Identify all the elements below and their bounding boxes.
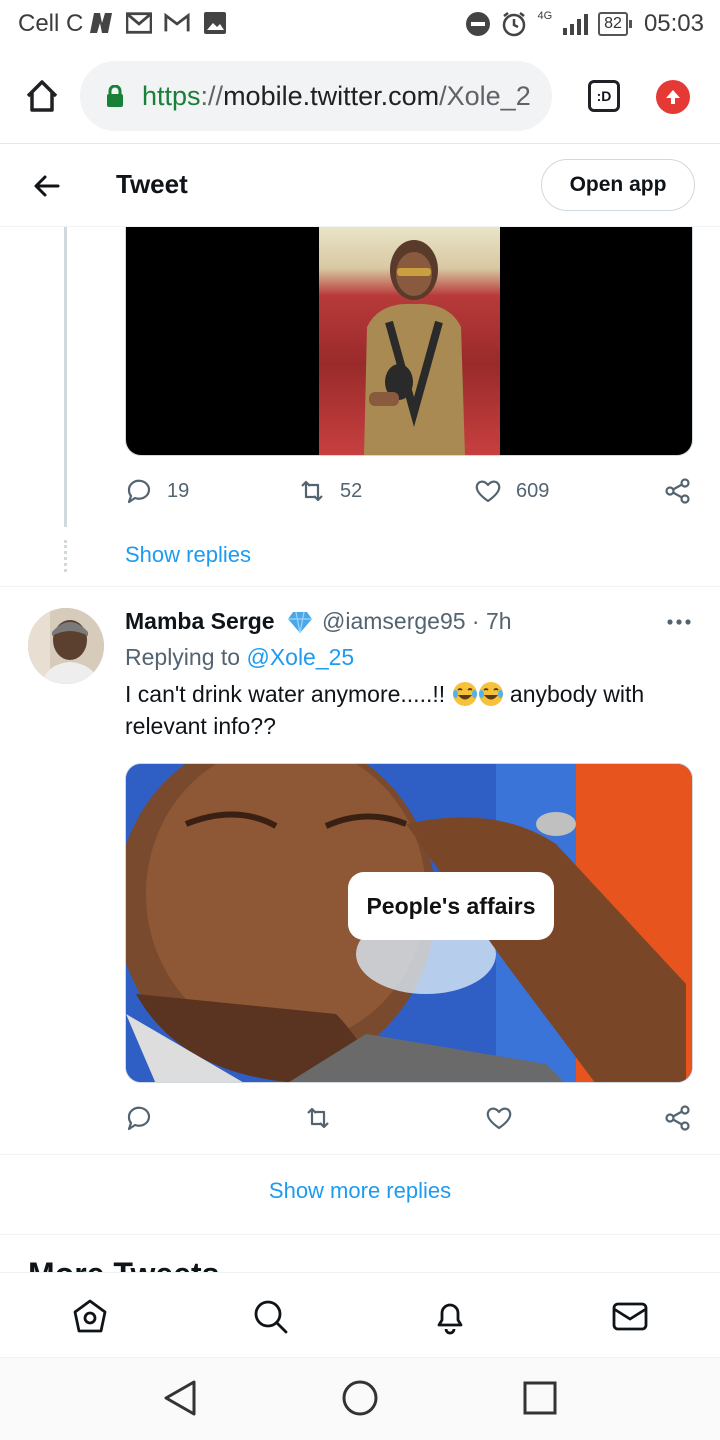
divider [0,1154,720,1155]
bottom-navigation [0,1272,720,1358]
avatar-image [28,608,104,684]
share-action[interactable] [664,477,692,505]
heart-icon [475,480,501,503]
dnd-icon [466,12,491,36]
gallery-icon [202,10,228,36]
open-app-button[interactable]: Open app [541,159,695,211]
share-icon [665,1105,690,1131]
network-type: 4G [537,10,553,22]
arrow-up-icon [666,90,680,104]
url-separator: :// [200,81,224,111]
replying-to-link[interactable]: @Xole_25 [246,644,354,670]
address-bar[interactable]: https://mobile.twitter.com/Xole_2 [80,61,552,131]
thread-line [64,227,67,527]
retweet-icon [301,480,323,502]
author-handle: @iamserge95 · 7h [322,608,512,634]
home-circle-icon[interactable] [340,1378,380,1418]
divider [0,586,720,587]
battery-indicator: 82 [598,12,632,36]
url-path: /Xole_2 [439,81,531,111]
system-navigation-bar [0,1358,720,1440]
share-action[interactable] [664,1104,692,1132]
n-app-icon [88,10,114,36]
show-replies-link[interactable]: Show replies [125,542,251,568]
recents-square-icon[interactable] [520,1378,560,1418]
status-bar: Cell C 4G 82 05:03 [0,0,720,48]
divider [0,1234,720,1235]
reply-action[interactable] [125,1104,153,1132]
home-icon [26,80,58,112]
search-icon[interactable] [251,1297,289,1335]
author-name[interactable]: Mamba Serge [125,608,275,635]
tweet-text: I can't drink water anymore.....!! anybo… [125,678,695,742]
gmail-icon [164,10,190,36]
arrow-left-icon [34,175,60,197]
reply-count: 19 [167,479,190,502]
back-button[interactable] [32,171,62,201]
retweet-count: 52 [340,479,363,502]
retweet-action[interactable]: 52 [298,477,362,505]
notification-icons [88,10,228,36]
url-text: https://mobile.twitter.com/Xole_2 [142,81,531,112]
tears-of-joy-emoji-icon [478,682,503,706]
tweet-image[interactable]: People's affairs [125,763,693,1083]
retweet-action[interactable] [304,1104,332,1132]
home-button[interactable] [22,76,62,116]
reply-action[interactable]: 19 [125,477,189,505]
url-host: mobile.twitter.com [223,81,440,111]
heart-icon [486,1107,512,1130]
lock-icon [107,85,123,107]
avatar[interactable] [28,608,104,684]
like-action[interactable]: 609 [474,477,549,505]
more-options-icon[interactable] [664,612,694,632]
thread-dots [64,540,67,572]
explore-home-icon[interactable] [71,1297,109,1335]
tab-switcher-button[interactable]: :D [588,80,620,112]
tears-of-joy-emoji-icon [452,682,477,706]
meme-caption: People's affairs [348,872,554,940]
bell-icon[interactable] [431,1297,469,1335]
like-count: 609 [516,479,550,502]
replying-prefix: Replying to [125,644,241,670]
tweet-header: Tweet Open app [0,145,720,227]
mail-icon[interactable] [611,1297,649,1335]
alarm-icon [503,12,526,37]
tweet-text-part-1: I can't drink water anymore.....!! [125,681,446,707]
video-frame [319,227,500,455]
reply-icon [127,479,151,504]
share-icon [665,478,690,504]
carrier-label: Cell C [18,10,84,37]
browser-toolbar: https://mobile.twitter.com/Xole_2 :D [0,48,720,144]
update-button[interactable] [656,80,690,114]
more-tweets-heading: More Tweets [28,1252,219,1272]
tweet-video[interactable] [125,227,693,456]
mail-icon [126,10,152,36]
diamond-icon [288,611,312,634]
clock: 05:03 [643,10,704,37]
back-triangle-icon[interactable] [160,1378,200,1418]
replying-to-line: Replying to @Xole_25 [125,644,354,671]
show-more-replies-link[interactable]: Show more replies [0,1178,720,1204]
retweet-icon [307,1107,329,1129]
reply-icon [127,1106,151,1131]
url-scheme: https [142,81,201,111]
like-action[interactable] [485,1104,513,1132]
system-status: 4G 82 05:03 [465,10,704,38]
signal-icon [563,14,589,35]
video-person [364,240,465,455]
page-title: Tweet [116,169,188,199]
